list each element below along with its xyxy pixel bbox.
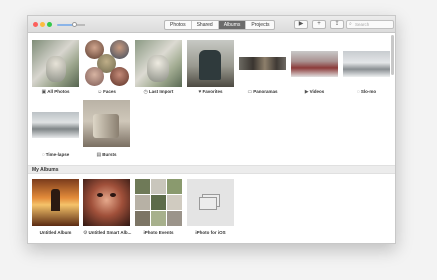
album-caption: ☺Faces	[83, 89, 130, 95]
timelapse-icon: ◌	[41, 152, 45, 158]
album-caption: Untitled Album	[32, 230, 79, 235]
empty-album-icon	[199, 194, 221, 211]
album-caption: ⚙Untitled Smart Alb...	[83, 230, 132, 236]
album-label: Untitled Album	[39, 230, 72, 235]
album-caption: ▭Panoramas	[239, 89, 286, 95]
share-button[interactable]: ⇪	[330, 20, 344, 29]
album-label: Time-lapse	[45, 152, 70, 157]
my-albums-header: My Albums	[28, 165, 395, 174]
album-iphoto-events[interactable]: iPhoto Events	[135, 179, 182, 239]
album-label: Last Import	[148, 89, 174, 94]
album-faces[interactable]: ☺Faces	[83, 40, 130, 98]
face-thumbnail	[85, 67, 104, 86]
album-thumbnail	[291, 51, 338, 77]
zoom-window-button[interactable]	[47, 22, 52, 27]
thumbnail-size-track	[77, 24, 85, 26]
face-thumbnail	[110, 67, 129, 86]
slomo-icon: ◌	[356, 89, 360, 95]
album-label: All Photos	[47, 89, 70, 94]
tab-albums[interactable]: Albums	[218, 21, 247, 29]
album-caption: ◌Slo-mo	[343, 89, 390, 95]
tab-projects[interactable]: Projects	[246, 21, 274, 29]
album-label: Faces	[103, 89, 116, 94]
search-input[interactable]: ⌕ Search	[346, 20, 394, 29]
album-label: Favorites	[202, 89, 223, 94]
album-videos[interactable]: ▶Videos	[291, 40, 338, 98]
album-caption: ♥Favorites	[187, 89, 234, 95]
album-label: Panoramas	[253, 89, 278, 94]
toolbar: Photos Shared Albums Projects ▶ + ⇪ ⌕ Se…	[28, 16, 395, 33]
close-window-button[interactable]	[33, 22, 38, 27]
clock-icon: ◷	[143, 89, 148, 95]
album-caption: ▤Bursts	[83, 152, 130, 158]
album-thumbnail	[135, 40, 182, 87]
thumbnail-size-knob[interactable]	[72, 22, 77, 27]
album-caption: ▣All Photos	[32, 89, 79, 95]
play-icon: ▶	[298, 21, 304, 27]
album-thumbnail	[32, 40, 79, 87]
album-caption: iPhoto for iOS	[187, 230, 234, 235]
album-thumbnail	[239, 57, 286, 70]
album-favorites[interactable]: ♥Favorites	[187, 40, 234, 98]
album-thumbnail	[83, 179, 130, 226]
album-label: Untitled Smart Alb...	[88, 230, 132, 235]
album-thumbnail	[343, 51, 390, 77]
album-iphoto-ios[interactable]: iPhoto for iOS	[187, 179, 234, 239]
scrollbar-thumb[interactable]	[391, 35, 394, 75]
album-thumbnail	[187, 179, 234, 226]
plus-icon: +	[317, 21, 321, 27]
video-icon: ▶	[304, 89, 309, 95]
album-label: iPhoto for iOS	[195, 230, 226, 235]
album-caption: ▶Videos	[291, 89, 338, 95]
magnifier-icon: ⌕	[349, 21, 352, 27]
album-caption: ◷Last Import	[135, 89, 182, 95]
album-time-lapse[interactable]: ◌Time-lapse	[32, 100, 79, 160]
slideshow-button[interactable]: ▶	[294, 20, 308, 29]
album-panoramas[interactable]: ▭Panoramas	[239, 40, 286, 98]
album-thumbnail	[83, 100, 130, 147]
bursts-icon: ▤	[96, 152, 102, 158]
face-icon: ☺	[97, 89, 103, 95]
view-tabs: Photos Shared Albums Projects	[164, 20, 276, 30]
album-label: Slo-mo	[360, 89, 377, 94]
vertical-scrollbar[interactable]	[391, 35, 394, 243]
album-label: iPhoto Events	[143, 230, 174, 235]
panorama-icon: ▭	[247, 89, 253, 95]
album-last-import[interactable]: ◷Last Import	[135, 40, 182, 98]
album-thumbnail	[32, 112, 79, 138]
minimize-window-button[interactable]	[40, 22, 45, 27]
gear-icon: ⚙	[83, 230, 88, 236]
share-icon: ⇪	[334, 21, 340, 27]
section-title: My Albums	[32, 167, 59, 173]
add-button[interactable]: +	[312, 20, 326, 29]
photos-icon: ▣	[41, 89, 47, 95]
album-thumbnail	[32, 179, 79, 226]
photos-window: Photos Shared Albums Projects ▶ + ⇪ ⌕ Se…	[27, 15, 396, 244]
album-bursts[interactable]: ▤Bursts	[83, 100, 130, 160]
album-label: Videos	[309, 89, 325, 94]
tab-photos[interactable]: Photos	[165, 21, 192, 29]
album-untitled-smart[interactable]: ⚙Untitled Smart Alb...	[83, 179, 132, 239]
search-placeholder: Search	[355, 22, 370, 27]
album-label: Bursts	[102, 152, 117, 157]
album-caption: ◌Time-lapse	[32, 152, 79, 158]
tab-shared[interactable]: Shared	[192, 21, 219, 29]
album-slo-mo[interactable]: ◌Slo-mo	[343, 40, 390, 98]
album-thumbnail	[187, 40, 234, 87]
album-thumbnail	[135, 179, 182, 226]
album-all-photos[interactable]: ▣All Photos	[32, 40, 79, 98]
album-untitled[interactable]: Untitled Album	[32, 179, 79, 239]
album-caption: iPhoto Events	[135, 230, 182, 235]
